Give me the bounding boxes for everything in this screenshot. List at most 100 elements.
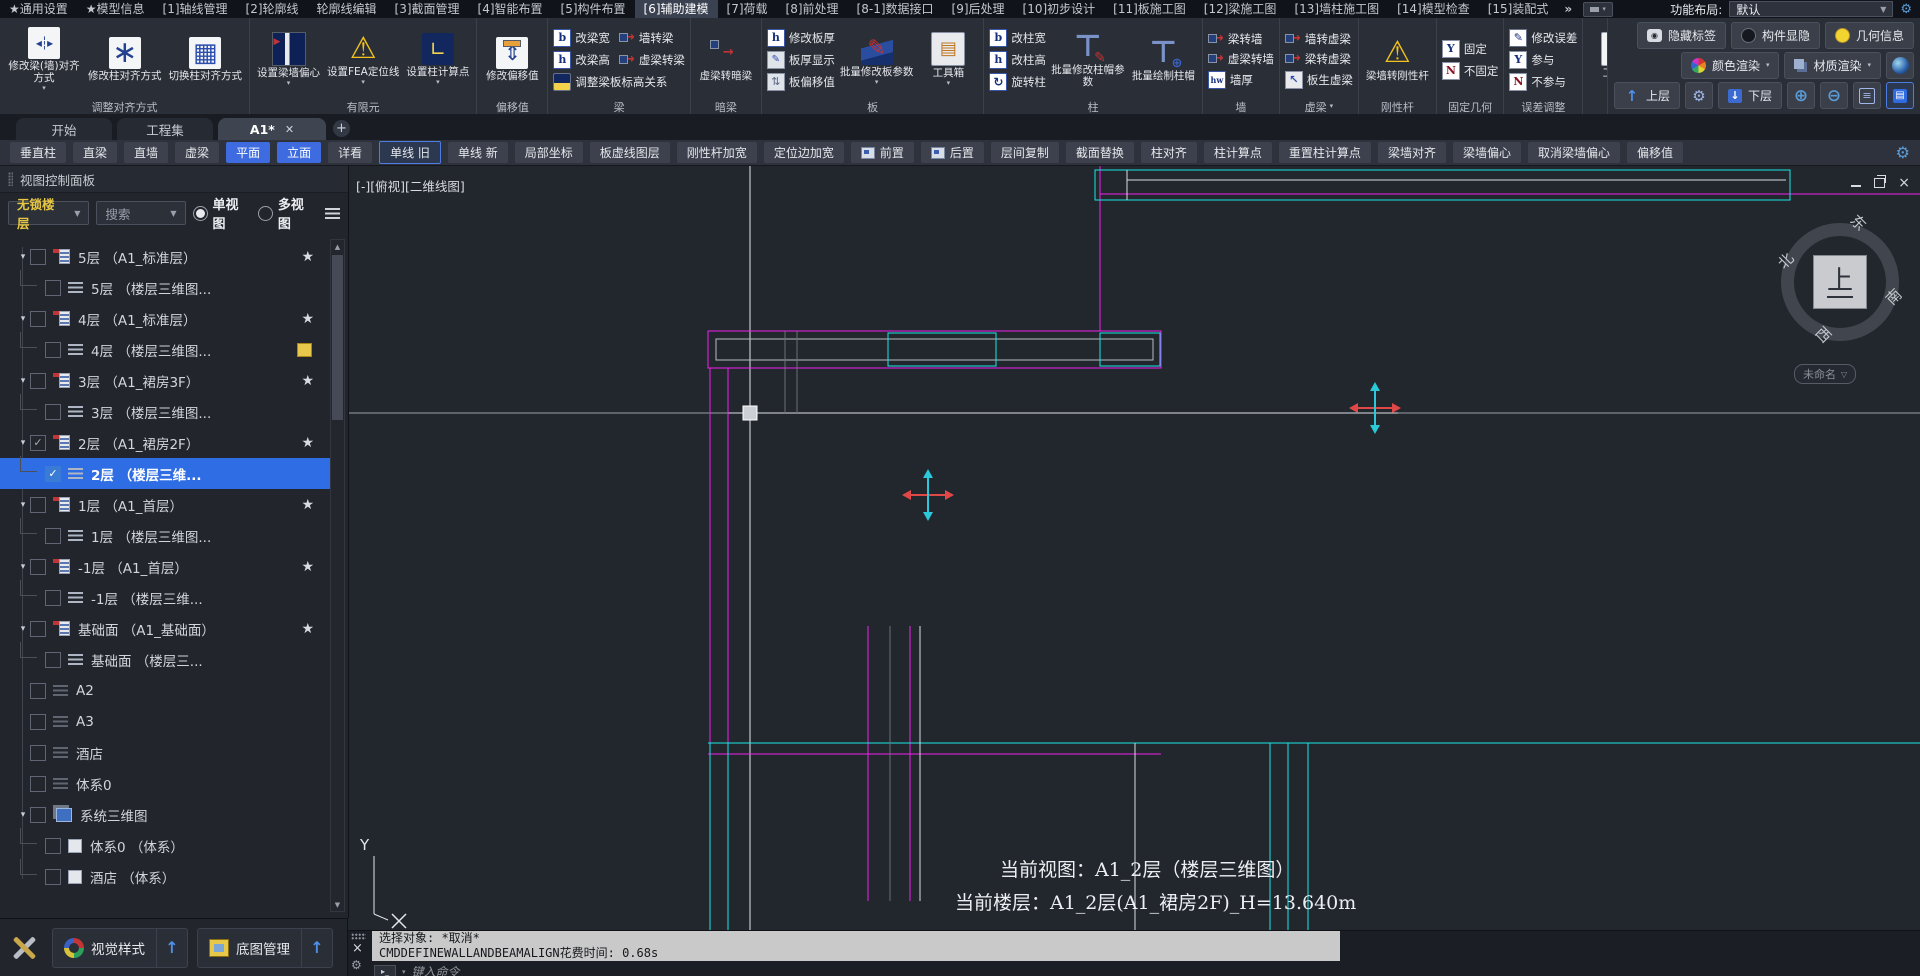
panel-icon-button[interactable]	[1886, 82, 1914, 109]
tree-checkbox[interactable]: ✓	[30, 434, 46, 451]
tree-expander-icon[interactable]: ▾	[16, 376, 30, 386]
favorite-star-icon[interactable]: ★	[301, 249, 314, 265]
ribbon-button[interactable]: 旋转柱	[989, 72, 1046, 91]
menu-item[interactable]: ★通用设置	[0, 0, 77, 18]
visual-style-button[interactable]: 视觉样式	[52, 927, 188, 968]
favorite-star-icon[interactable]: ★	[301, 435, 314, 451]
toolbar-button[interactable]: 定位边加宽	[763, 142, 844, 163]
document-tab[interactable]: A1* ✕	[218, 118, 326, 140]
toolbar-button[interactable]: 直梁	[73, 142, 118, 163]
toolbar-button[interactable]: 层间复制	[990, 142, 1059, 163]
tree-item[interactable]: A2	[0, 675, 330, 706]
tree-item[interactable]: 4层 （楼层三维图...	[0, 331, 330, 365]
tree-scrollbar[interactable]: ▲ ▼	[330, 239, 345, 912]
tree-checkbox[interactable]: ✓	[45, 465, 61, 482]
ribbon-button[interactable]: 修改柱对齐方式	[86, 36, 164, 83]
console-close-icon[interactable]	[352, 942, 369, 955]
tree-item[interactable]: ▾ 1层 （A1_首层） ★	[0, 489, 330, 520]
ribbon-button[interactable]: 设置FEA定位线▾	[325, 32, 401, 87]
view-compass[interactable]: 上 北 东 南 西 未命名	[1772, 211, 1920, 387]
tree-item[interactable]: 酒店	[0, 737, 330, 768]
drawing-viewport[interactable]: Y [-][俯视][二维线图] 上 北 东 南 西 未命名	[348, 166, 1920, 930]
toolbar-button[interactable]: 柱对齐	[1140, 142, 1197, 163]
tree-checkbox[interactable]	[30, 558, 46, 575]
ribbon-button[interactable]: 修改误差	[1509, 28, 1577, 47]
toolbar-button[interactable]: 梁墙对齐	[1377, 142, 1446, 163]
tree-checkbox[interactable]	[30, 496, 46, 513]
compass-top-face[interactable]: 上	[1813, 255, 1867, 309]
panel-drag-grip-icon[interactable]	[8, 172, 13, 186]
ribbon-button[interactable]: 虚梁转梁	[618, 51, 685, 69]
restore-icon[interactable]	[1874, 175, 1887, 188]
tree-checkbox[interactable]	[45, 589, 61, 606]
tree-item[interactable]: ▾ -1层 （A1_首层） ★	[0, 551, 330, 582]
tree-checkbox[interactable]	[30, 713, 46, 730]
panel-title-bar[interactable]: 视图控制面板	[0, 166, 348, 193]
tree-item[interactable]: 体系0	[0, 768, 330, 799]
favorite-star-icon[interactable]: ★	[301, 373, 314, 389]
tree-item[interactable]: 5层 （楼层三维图...	[0, 269, 330, 303]
menu-item[interactable]: [13]墙柱施工图	[1285, 0, 1388, 18]
panel-button[interactable]: 材质渲染 ▾	[1784, 52, 1881, 79]
panel-menu-icon[interactable]	[325, 207, 340, 219]
layout-select[interactable]: 默认 ▼	[1729, 1, 1894, 17]
menu-item[interactable]: [8-1]数据接口	[848, 0, 943, 18]
tree-item[interactable]: ▾ 基础面 （A1_基础面） ★	[0, 613, 330, 644]
ribbon-button[interactable]: 设置梁墙偏心▾	[255, 31, 322, 88]
panel-icon-button[interactable]	[1820, 82, 1848, 109]
panel-icon-button[interactable]	[1886, 52, 1914, 79]
menu-item[interactable]: [8]前处理	[777, 0, 848, 18]
tree-expander-icon[interactable]: ▾	[16, 562, 30, 572]
panel-icon-button[interactable]	[1684, 82, 1713, 109]
toolbar-button[interactable]: 板虚线图层	[589, 142, 670, 163]
toolbar-button[interactable]: 立面	[277, 142, 322, 163]
pick-box[interactable]	[742, 405, 758, 421]
ribbon-button[interactable]: 墙厚	[1207, 70, 1253, 89]
single-view-radio[interactable]	[192, 205, 208, 221]
ribbon-button[interactable]: 批量修改柱帽参数	[1049, 30, 1127, 89]
close-icon[interactable]	[1898, 178, 1910, 188]
ribbon-button[interactable]: 工具箱▾	[1588, 31, 1607, 88]
tree-checkbox[interactable]	[45, 837, 61, 854]
toolbar-button[interactable]: 垂直柱	[10, 142, 67, 163]
document-tab[interactable]: 开始	[16, 118, 112, 140]
cad-drawing[interactable]: Y	[348, 166, 1920, 930]
scroll-up-arrow-icon[interactable]: ▲	[331, 240, 344, 253]
tree-item[interactable]: -1层 （楼层三维...	[0, 579, 330, 613]
ribbon-button[interactable]: 虚梁转墙	[1207, 51, 1274, 67]
toolbar-settings-gear-icon[interactable]	[1896, 143, 1910, 162]
tree-checkbox[interactable]	[45, 279, 61, 296]
panel-button[interactable]: 颜色渲染 ▾	[1680, 52, 1780, 79]
tree-expander-icon[interactable]: ▾	[16, 252, 30, 262]
toolbar-button[interactable]: 截面替换	[1065, 142, 1134, 163]
tree-checkbox[interactable]	[45, 403, 61, 420]
ribbon-button[interactable]: 不固定	[1441, 61, 1498, 80]
scrollbar-thumb[interactable]	[332, 255, 343, 420]
toolbar-button[interactable]: 前置	[850, 142, 914, 163]
ribbon-button[interactable]: 批量修改板参数▾	[838, 32, 916, 87]
ribbon-button[interactable]: 板生虚梁	[1284, 70, 1353, 89]
toolbar-button[interactable]: 偏移值	[1626, 142, 1683, 163]
menu-item[interactable]: [15]装配式	[1479, 0, 1558, 18]
tree-checkbox[interactable]	[45, 527, 61, 544]
panel-icon-button[interactable]	[1787, 82, 1815, 109]
ribbon-button[interactable]: 墙转梁	[618, 29, 673, 47]
menu-item[interactable]: [1]轴线管理	[154, 0, 237, 18]
tree-checkbox[interactable]	[30, 775, 46, 792]
tree-checkbox[interactable]	[30, 372, 46, 389]
tree-checkbox[interactable]	[30, 744, 46, 761]
menu-item[interactable]: 轮廓线编辑	[308, 0, 386, 18]
menu-item[interactable]: [10]初步设计	[1014, 0, 1105, 18]
menu-item[interactable]: ★模型信息	[77, 0, 154, 18]
menu-item[interactable]: [14]模型检查	[1388, 0, 1479, 18]
ribbon-button[interactable]: 改柱宽	[989, 28, 1046, 47]
tree-checkbox[interactable]	[45, 651, 61, 668]
tree-checkbox[interactable]	[45, 341, 61, 358]
toolbar-button[interactable]: 后置	[920, 142, 984, 163]
tree-item[interactable]: ▾ 4层 （A1_标准层） ★	[0, 303, 330, 334]
tree-item[interactable]: 3层 （楼层三维图...	[0, 393, 330, 427]
toolbar-button[interactable]: 平面	[226, 142, 271, 163]
ribbon-button[interactable]: 改梁宽	[553, 28, 610, 47]
menu-item[interactable]: [6]辅助建模	[634, 0, 718, 18]
tree-item[interactable]: 1层 （楼层三维图...	[0, 517, 330, 551]
